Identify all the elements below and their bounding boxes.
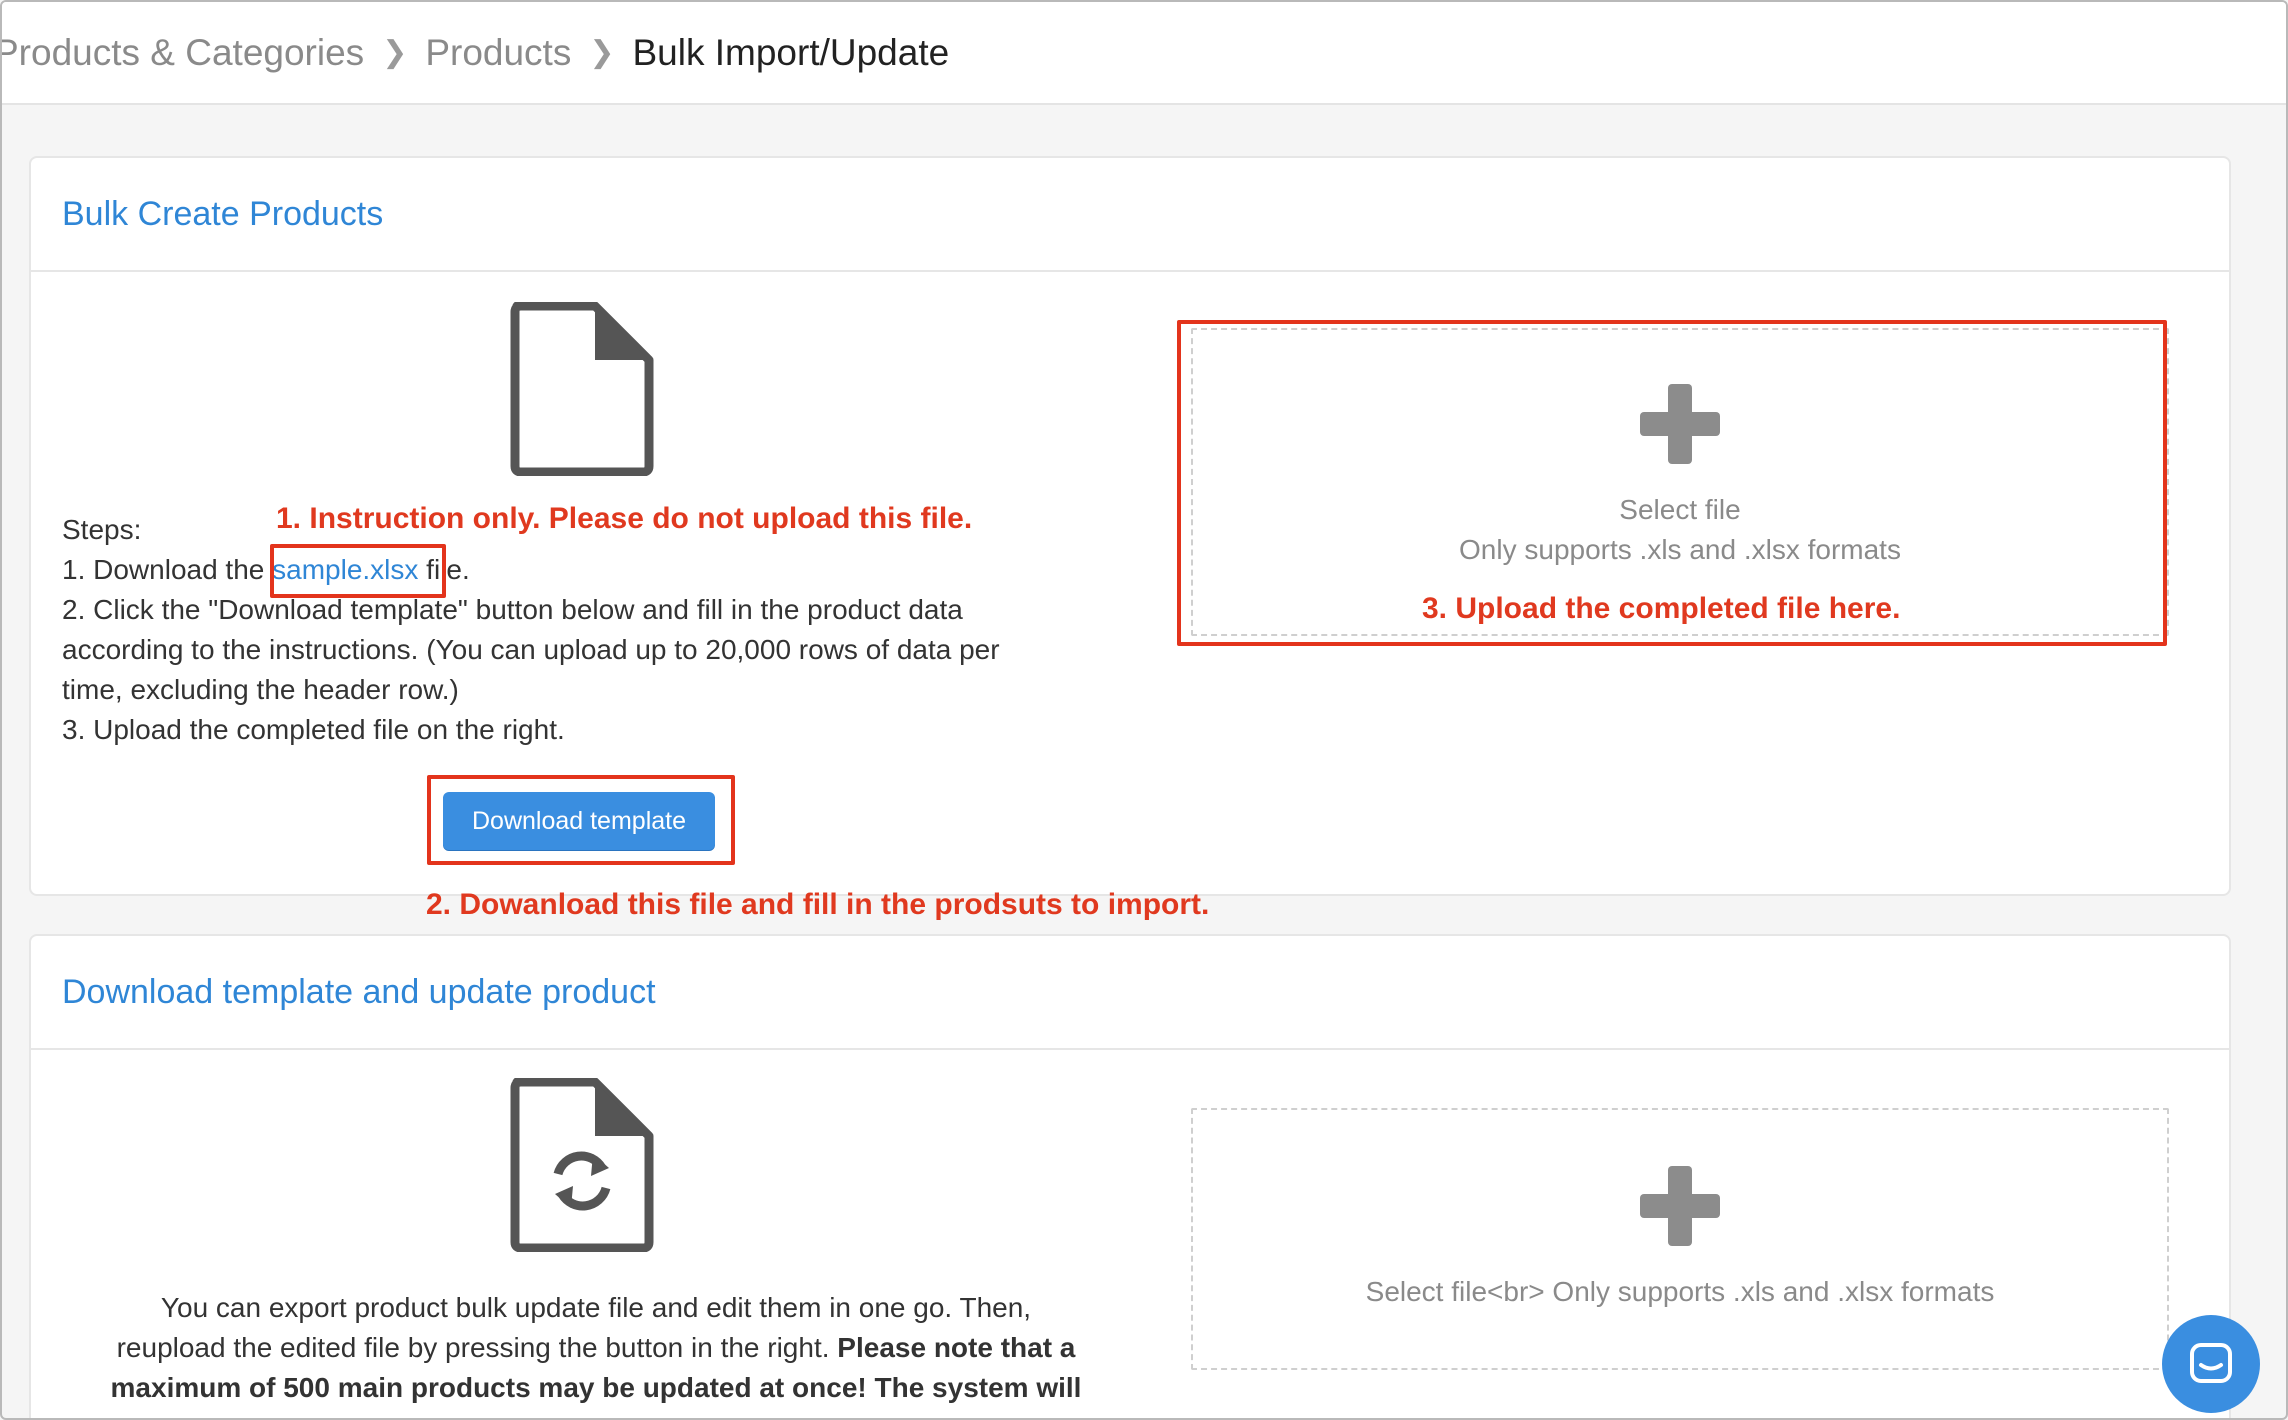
app-frame: Products & Categories ❯ Products ❯ Bulk … [0,0,2288,1420]
update-upload-label: Select file<br> Only supports .xls and .… [1365,1276,1995,1307]
chevron-right-icon: ❯ [382,36,408,69]
steps-text: Steps: 1. Download the sample.xlsx file.… [62,510,1000,750]
update-description: You can export product bulk update file … [61,1288,1131,1408]
desc-line-2-bold: Please note that a [837,1332,1076,1363]
chevron-right-icon: ❯ [589,36,615,69]
desc-line-2-plain: reupload the edited file by pressing the… [116,1332,838,1363]
bulk-create-title: Bulk Create Products [31,158,2229,272]
desc-line-1: You can export product bulk update file … [160,1292,1032,1323]
annotation-box-download-button [427,775,735,865]
step-1: 1. Download the sample.xlsx file. [62,550,1000,590]
update-product-title: Download template and update product [31,936,2229,1050]
file-icon [510,302,654,476]
annotation-1: 1. Instruction only. Please do not uploa… [276,502,973,535]
desc-line-2: reupload the edited file by pressing the… [61,1328,1131,1368]
update-upload-dropzone[interactable]: Select file<br> Only supports .xls and .… [1191,1108,2169,1370]
breadcrumb-item-products[interactable]: Products [425,32,571,74]
desc-line-3-bold: maximum of 500 main products may be upda… [110,1372,1082,1403]
chat-icon [2190,1343,2232,1383]
breadcrumb-current: Bulk Import/Update [632,31,950,73]
plus-icon [1640,1166,1720,1246]
step-2-line-3: time, excluding the header row.) [62,674,459,705]
desc-line-3: maximum of 500 main products may be upda… [61,1368,1131,1408]
update-product-card: Download template and update product You… [29,934,2231,1418]
chat-launcher-button[interactable] [2162,1315,2260,1413]
annotation-2: 2. Dowanload this file and fill in the p… [426,888,1210,921]
breadcrumb-item-products-categories[interactable]: Products & Categories [2,32,364,74]
step-1-prefix: 1. Download the [62,554,273,585]
step-2-line-2: according to the instructions. (You can … [62,634,1000,665]
step-3: 3. Upload the completed file on the righ… [62,714,565,745]
annotation-box-sample-link [270,544,446,598]
file-refresh-icon [510,1078,654,1252]
annotation-3: 3. Upload the completed file here. [1422,592,1901,625]
breadcrumb: Products & Categories ❯ Products ❯ Bulk … [2,2,2286,105]
step-2-line-1: 2. Click the "Download template" button … [62,594,963,625]
